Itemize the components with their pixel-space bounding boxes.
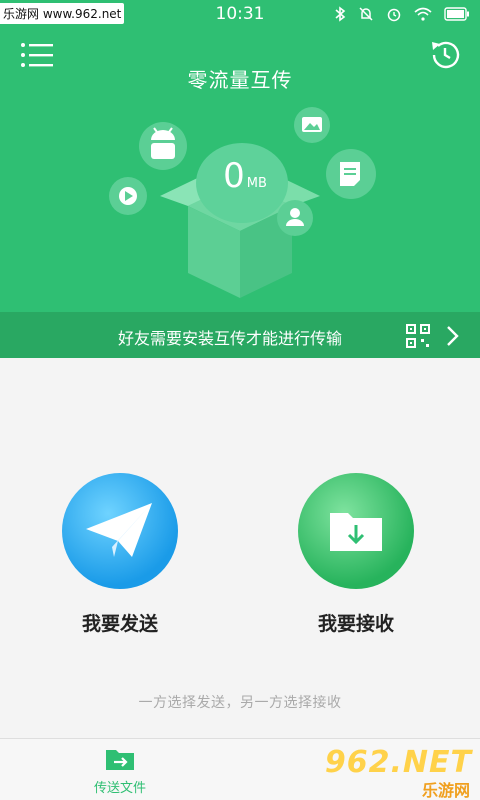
- send-label: 我要发送: [81, 613, 158, 635]
- chevron-right-icon[interactable]: [446, 325, 460, 347]
- paper-plane-icon: [86, 503, 152, 557]
- wifi-icon: [414, 7, 432, 21]
- app-title: 零流量互传: [187, 68, 293, 92]
- video-icon: [109, 177, 147, 215]
- transfer-amount: 0 MB: [205, 156, 285, 196]
- folder-send-icon: [106, 750, 134, 770]
- qr-code-icon[interactable]: [406, 324, 430, 348]
- receive-button[interactable]: 我要接收: [296, 473, 416, 636]
- install-tip-bar[interactable]: 好友需要安装互传才能进行传输: [0, 312, 480, 358]
- site-logo: 962.NET 乐游网: [325, 741, 472, 800]
- tab-transfer-files[interactable]: 传送文件: [80, 747, 160, 796]
- header: 零流量互传 0 MB: [0, 28, 480, 312]
- hint-text: 一方选择发送，另一方选择接收: [138, 695, 342, 711]
- tab-transfer-files-label: 传送文件: [93, 781, 146, 796]
- mute-icon: [359, 7, 373, 21]
- bluetooth-icon: [335, 6, 346, 22]
- receive-circle[interactable]: [298, 473, 414, 589]
- android-app-icon: [139, 122, 187, 170]
- alarm-icon: [387, 8, 401, 22]
- folder-download-icon: [330, 513, 382, 551]
- site-logo-sub: 乐游网: [421, 781, 470, 800]
- bottom-tab-bar: 传送文件 962.NET 乐游网: [0, 738, 480, 800]
- send-button[interactable]: 我要发送: [60, 473, 180, 636]
- contact-icon: [277, 200, 313, 236]
- transfer-amount-value: 0: [223, 156, 245, 196]
- site-logo-main: 962.NET: [324, 745, 472, 780]
- document-icon: [326, 149, 376, 199]
- battery-icon: [444, 7, 469, 21]
- status-icons: [334, 6, 470, 22]
- send-circle[interactable]: [62, 473, 178, 589]
- receive-label: 我要接收: [317, 613, 394, 635]
- image-file-icon: [294, 107, 330, 143]
- status-bar: 乐游网 www.962.net 10:31: [0, 0, 480, 28]
- transfer-amount-unit: MB: [246, 176, 267, 191]
